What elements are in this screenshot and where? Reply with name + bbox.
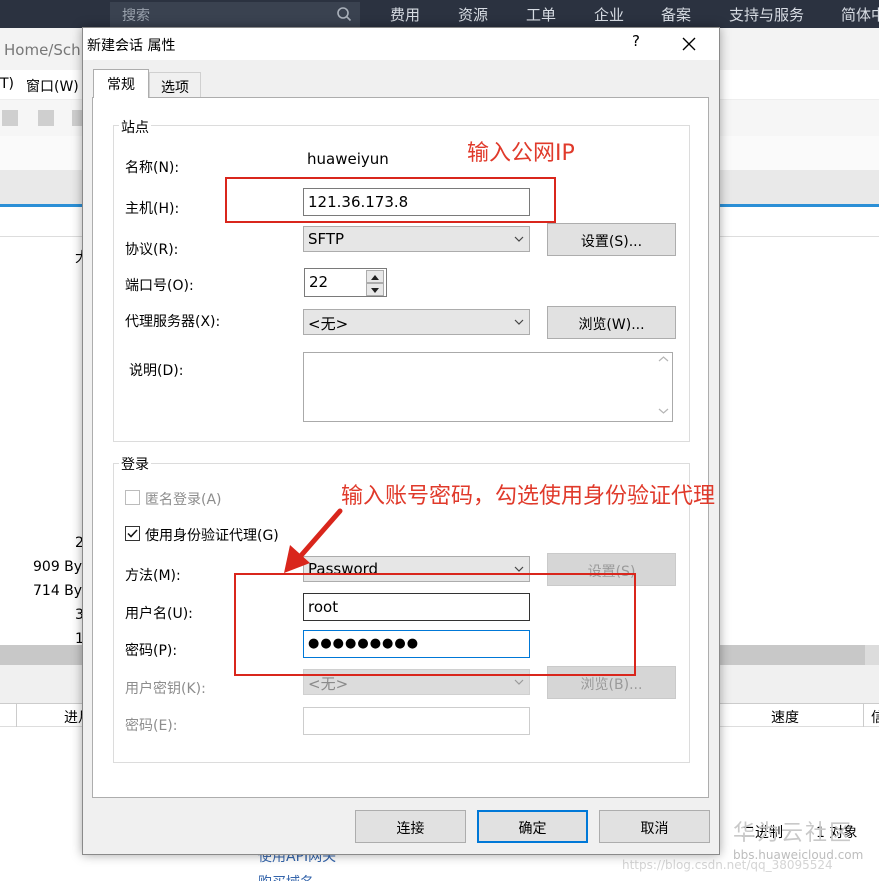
menu-item-t[interactable]: T): [0, 76, 14, 92]
column-info[interactable]: 信: [871, 707, 879, 727]
host-annotation: 输入公网IP: [467, 141, 575, 166]
cancel-button[interactable]: 取消: [599, 810, 710, 843]
port-stepper[interactable]: 22: [304, 268, 387, 297]
nav-item-support[interactable]: 支持与服务: [729, 4, 804, 25]
nav-item-filing[interactable]: 备案: [661, 4, 691, 25]
background-search-input[interactable]: 搜索: [110, 2, 360, 27]
dialog-title-bar[interactable]: 新建会话 属性 ?: [83, 28, 719, 60]
auth-agent-label: 使用身份验证代理(G): [145, 528, 279, 544]
protocol-settings-button[interactable]: 设置(S)...: [547, 223, 676, 256]
host-highlight-box: [225, 177, 556, 223]
column-separator: [16, 703, 17, 727]
user-key-value: <无>: [308, 675, 349, 693]
huaweicloud-watermark-logo: 华为云社区: [733, 821, 854, 846]
name-label: 名称(N):: [125, 160, 180, 176]
menu-item-window[interactable]: 窗口(W): [26, 76, 79, 96]
csdn-watermark: https://blog.csdn.net/qq_38095524: [622, 858, 833, 872]
host-label: 主机(H):: [125, 201, 180, 217]
description-label: 说明(D):: [129, 363, 184, 379]
proxy-label: 代理服务器(X):: [125, 314, 221, 330]
session-properties-dialog: 新建会话 属性 ? 常规 选项 站点 名称(N): huaweiyun 主机(H…: [82, 27, 720, 855]
nav-item-enterprise[interactable]: 企业: [594, 4, 624, 25]
toolbar-add-icon[interactable]: [2, 110, 18, 126]
chevron-down-icon: [514, 236, 524, 242]
passphrase-field[interactable]: [303, 707, 530, 735]
tab-general[interactable]: 常规: [93, 69, 149, 98]
login-group-title: 登录: [119, 454, 151, 474]
port-decrement-button[interactable]: [366, 283, 384, 296]
search-placeholder: 搜索: [122, 8, 150, 24]
caret-up-icon: [371, 275, 379, 280]
dialog-title: 新建会话 属性: [87, 38, 176, 54]
anonymous-login-checkbox[interactable]: [125, 490, 140, 505]
method-label: 方法(M):: [125, 568, 181, 584]
annotation-arrow-icon: [284, 508, 343, 573]
port-value: 22: [309, 273, 329, 291]
scroll-down-icon[interactable]: [655, 405, 672, 417]
description-scrollbar[interactable]: [655, 353, 672, 421]
proxy-browse-button[interactable]: 浏览(W)...: [547, 306, 676, 339]
protocol-value: SFTP: [308, 230, 345, 248]
ok-button[interactable]: 确定: [477, 810, 588, 843]
tab-options[interactable]: 选项: [149, 72, 201, 98]
nav-item-resources[interactable]: 资源: [458, 4, 488, 25]
address-text: Home/Sch: [4, 41, 81, 59]
proxy-value: <无>: [308, 315, 349, 333]
passphrase-label: 密码(E):: [125, 718, 178, 734]
description-textarea[interactable]: [303, 352, 673, 422]
chevron-down-icon: [514, 679, 524, 685]
site-group-title: 站点: [119, 117, 151, 137]
close-icon[interactable]: [679, 34, 699, 54]
search-icon[interactable]: [336, 6, 352, 22]
password-label: 密码(P):: [125, 643, 178, 659]
column-separator: [863, 703, 864, 727]
login-highlight-box: [234, 573, 636, 676]
caret-down-icon: [371, 288, 379, 293]
anonymous-login-label: 匿名登录(A): [145, 492, 222, 508]
protocol-select[interactable]: SFTP: [303, 226, 530, 252]
username-label: 用户名(U):: [125, 606, 193, 622]
link-buy-domain[interactable]: 购买域名: [258, 872, 314, 881]
checkmark-icon: [127, 529, 138, 538]
scroll-up-icon[interactable]: [655, 353, 672, 365]
toolbar-transfer-icon[interactable]: [38, 110, 54, 126]
proxy-select[interactable]: <无>: [303, 309, 530, 335]
user-key-label: 用户密钥(K):: [125, 681, 206, 697]
nav-item-cost[interactable]: 费用: [390, 4, 420, 25]
port-label: 端口号(O):: [125, 278, 194, 294]
protocol-label: 协议(R):: [125, 242, 179, 258]
login-annotation: 输入账号密码，勾选使用身份验证代理: [341, 484, 716, 509]
connect-button[interactable]: 连接: [355, 810, 466, 843]
auth-agent-checkbox[interactable]: [125, 526, 140, 541]
help-button[interactable]: ?: [626, 32, 646, 56]
file-size-value: 714 By: [33, 583, 83, 599]
nav-item-tickets[interactable]: 工单: [526, 4, 556, 25]
column-speed[interactable]: 速度: [771, 707, 799, 727]
file-size-value: 909 By: [33, 559, 83, 575]
nav-item-language[interactable]: 简体中: [841, 4, 879, 25]
port-increment-button[interactable]: [366, 270, 384, 283]
chevron-down-icon: [514, 319, 524, 325]
